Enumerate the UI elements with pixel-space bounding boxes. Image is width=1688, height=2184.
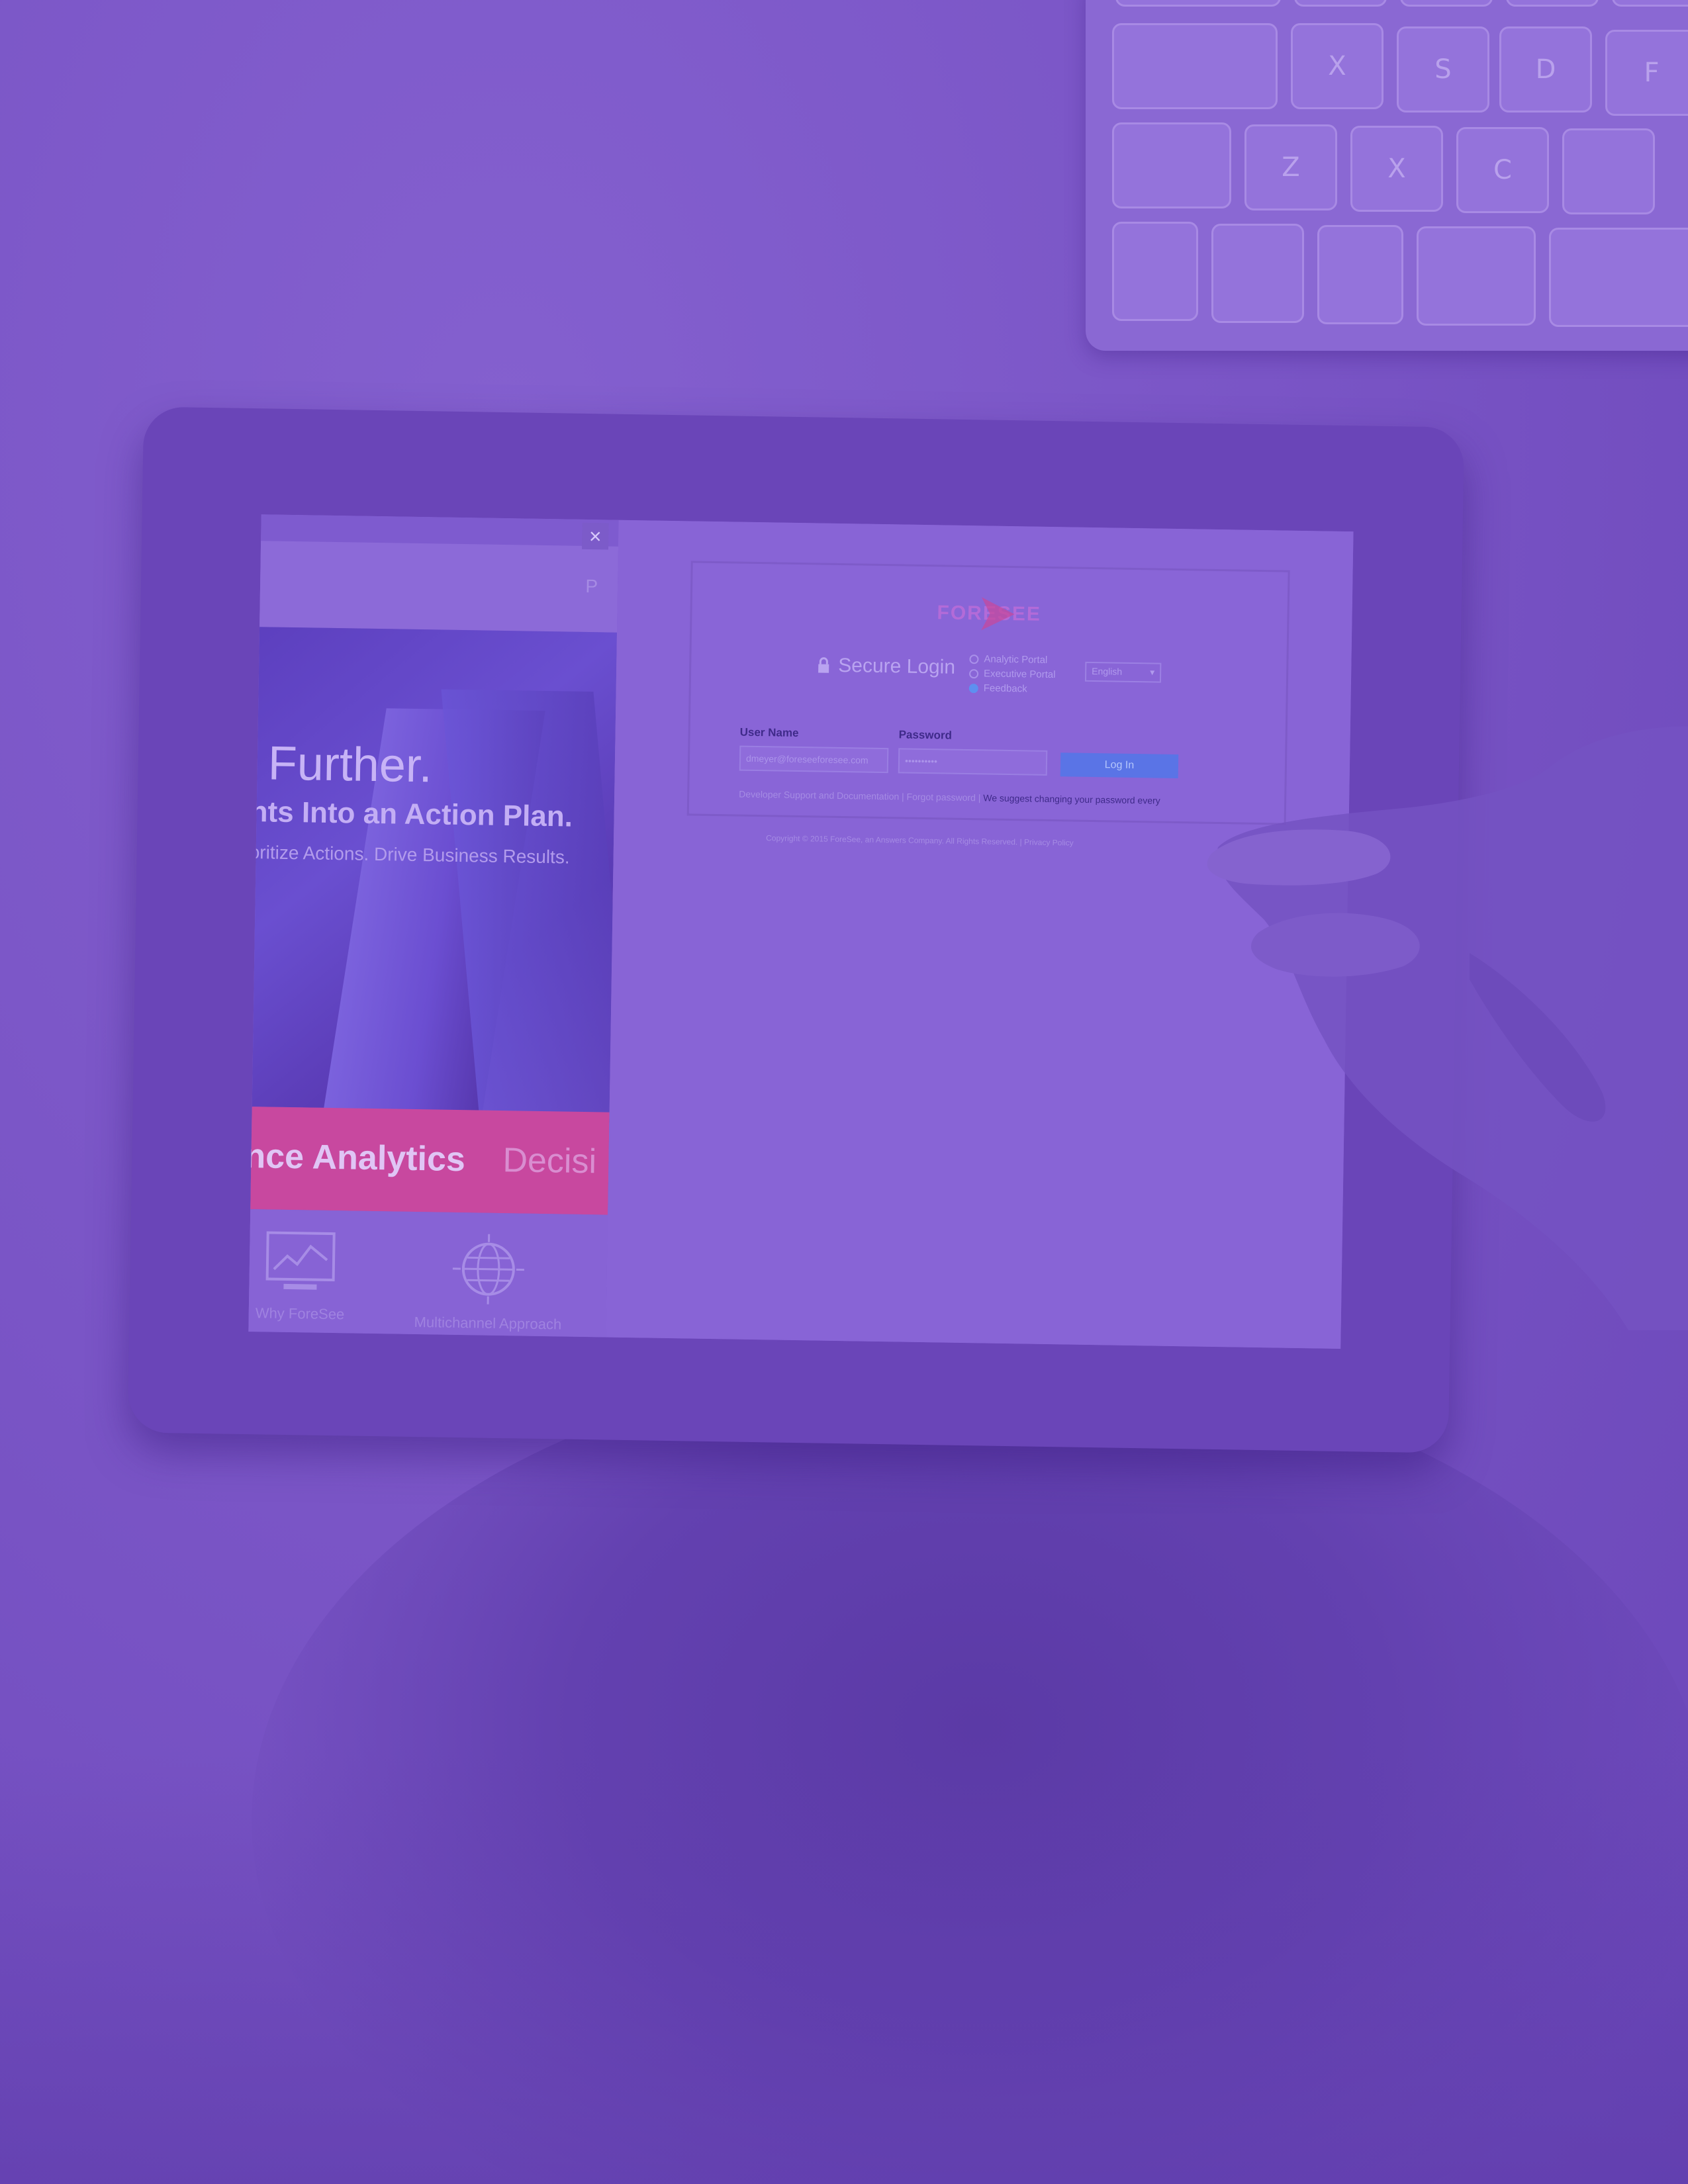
keyboard-key: [1400, 0, 1493, 7]
keyboard-key: D: [1499, 26, 1592, 113]
foresee-logo: FORESEE: [937, 593, 1041, 634]
floor-shade: [0, 1754, 1688, 2184]
band-title: nce Analytics: [248, 1136, 466, 1179]
keyboard-key: [1211, 224, 1304, 323]
site-hero: k Further. hts Into an Action Plan. orit…: [248, 626, 619, 1123]
keyboard-key: Z: [1244, 124, 1337, 210]
monitor-chart-icon: [265, 1231, 336, 1290]
radio-label: Executive Portal: [983, 668, 1056, 681]
logo-arrow-icon: [981, 597, 1015, 631]
site-nav-link[interactable]: P: [585, 576, 598, 597]
feature-label: Multichannel Approach: [414, 1314, 562, 1333]
radio-button[interactable]: [969, 655, 979, 664]
keyboard-key: F: [1605, 30, 1688, 116]
keyboard-key: S: [1397, 26, 1489, 113]
globe-icon: [453, 1234, 525, 1304]
login-page: FORESEE Secure Login Analytic Portal Exe…: [606, 520, 1354, 1349]
password-field[interactable]: ••••••••••: [898, 748, 1048, 776]
portal-option[interactable]: Executive Portal: [969, 666, 1056, 682]
chevron-down-icon: ▾: [1150, 666, 1155, 678]
keyboard-key: [1115, 0, 1281, 7]
close-icon[interactable]: ×: [581, 522, 609, 550]
hero-tagline: oritize Actions. Drive Business Results.: [249, 842, 570, 868]
login-button[interactable]: Log In: [1060, 752, 1179, 779]
radio-button[interactable]: [969, 669, 979, 679]
keyboard-key: [1506, 0, 1599, 7]
tablet-device: P k Further. hts Into an Action Plan. or…: [127, 406, 1465, 1453]
keyboard-key: [1112, 222, 1198, 321]
keyboard-key: [1112, 23, 1278, 109]
keyboard-key: [1417, 226, 1536, 326]
keyboard-key: X: [1350, 126, 1443, 212]
copyright-text: Copyright © 2015 ForeSee, an Answers Com…: [766, 833, 1074, 848]
keyboard: X S D F Z X C: [1086, 0, 1688, 351]
language-select[interactable]: English ▾: [1084, 661, 1162, 683]
portal-option[interactable]: Feedback: [968, 681, 1056, 697]
keyboard-key: [1112, 122, 1231, 208]
username-field[interactable]: dmeyer@foreseeforesee.com: [739, 745, 889, 774]
radio-button-selected[interactable]: [968, 684, 978, 694]
password-label: Password: [898, 728, 953, 742]
login-card: FORESEE Secure Login Analytic Portal Exe…: [686, 561, 1290, 825]
lock-icon: [818, 657, 829, 673]
language-value: English: [1092, 665, 1123, 677]
feature-why-foresee[interactable]: Why ForeSee: [256, 1229, 346, 1323]
secure-login-title: Secure Login: [838, 654, 956, 678]
portal-radio-group: Analytic Portal Executive Portal Feedbac…: [968, 652, 1056, 697]
keyboard-key: [1549, 228, 1688, 327]
tablet-screen: P k Further. hts Into an Action Plan. or…: [248, 514, 1354, 1349]
support-links[interactable]: Developer Support and Documentation | Fo…: [739, 789, 980, 803]
hero-heading: k Further.: [248, 736, 433, 793]
username-label: User Name: [739, 725, 799, 740]
band-subtitle: Decisi: [502, 1141, 597, 1181]
secure-login-heading: Secure Login: [817, 654, 955, 678]
password-warning: We suggest changing your password every: [983, 792, 1160, 806]
keyboard-key: [1294, 0, 1387, 7]
keyboard-key: X: [1291, 23, 1383, 109]
feature-strip: Why ForeSee Multichannel Approach: [248, 1208, 608, 1338]
feature-multichannel[interactable]: Multichannel Approach: [414, 1232, 563, 1333]
website-panel: P k Further. hts Into an Action Plan. or…: [248, 514, 619, 1338]
login-links: Developer Support and Documentation | Fo…: [739, 789, 1160, 806]
keyboard-key: C: [1456, 127, 1549, 213]
portal-option[interactable]: Analytic Portal: [969, 652, 1056, 668]
analytics-band: nce Analytics Decisi: [248, 1106, 610, 1215]
radio-label: Feedback: [983, 682, 1027, 695]
keyboard-key: [1612, 0, 1688, 7]
background-scene: X S D F Z X C P k Further. hts Into an A…: [0, 0, 1688, 2184]
feature-label: Why ForeSee: [255, 1304, 345, 1323]
site-header: P: [248, 540, 619, 633]
keyboard-key: [1562, 128, 1655, 214]
hero-subheading: hts Into an Action Plan.: [250, 796, 573, 833]
radio-label: Analytic Portal: [984, 653, 1048, 666]
keyboard-key: [1317, 225, 1403, 324]
